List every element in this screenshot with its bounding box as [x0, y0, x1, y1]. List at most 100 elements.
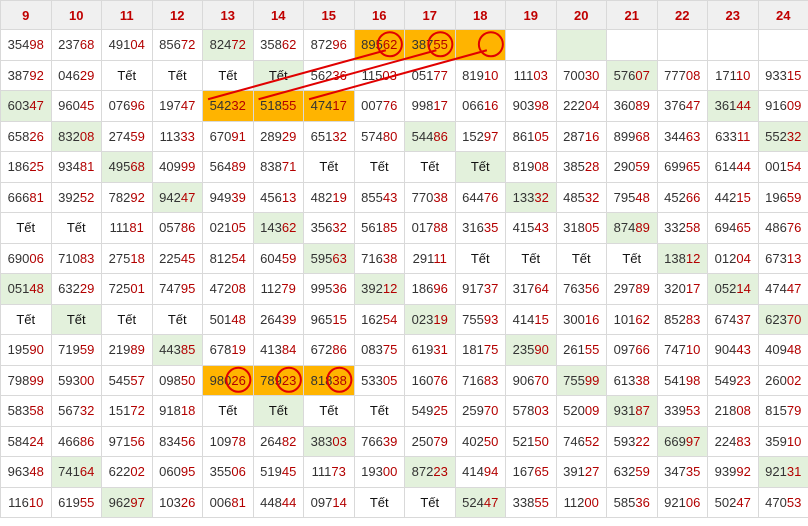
- result-cell: 58358: [0, 395, 52, 427]
- result-cell: 90670: [505, 364, 557, 396]
- result-cell: 33953: [656, 395, 708, 427]
- result-cell: Tết: [303, 151, 355, 183]
- result-cell: 27518: [101, 242, 153, 274]
- result-cell: 18175: [454, 334, 506, 366]
- lottery-results-grid: 9 10 11 12 13 14 15 16 17 18 19 20 21 22 23 24 35498 237…: [0, 0, 808, 526]
- result-cell: 34735: [656, 456, 708, 488]
- result-cell: 70030: [555, 59, 607, 91]
- result-cell: 91609: [757, 90, 808, 122]
- result-cell: 11103: [505, 59, 557, 91]
- result-cell: 31635: [454, 212, 506, 244]
- result-cell: 89968: [606, 120, 658, 152]
- result-cell: 74652: [555, 425, 607, 457]
- result-cell: 30016: [555, 303, 607, 335]
- result-cell: 05148: [0, 273, 52, 305]
- result-cell: 26155: [555, 334, 607, 366]
- column-header: 21: [606, 0, 658, 30]
- result-cell: 54923: [707, 364, 759, 396]
- result-cell: 54557: [101, 364, 153, 396]
- column-header: 13: [202, 0, 254, 30]
- result-cell: 72501: [101, 273, 153, 305]
- result-cell: 89562: [353, 29, 405, 61]
- result-cell: 38528: [555, 151, 607, 183]
- result-cell: 90398: [505, 90, 557, 122]
- result-cell: 08375: [353, 334, 405, 366]
- result-cell: 05177: [404, 59, 456, 91]
- result-cell: Tết: [353, 486, 405, 518]
- result-cell: 67313: [757, 242, 808, 274]
- result-cell: 16076: [404, 364, 456, 396]
- result-cell: 19747: [151, 90, 203, 122]
- result-cell: 74164: [50, 456, 102, 488]
- result-cell: 61338: [606, 364, 658, 396]
- result-cell: 59563: [303, 242, 355, 274]
- result-cell: Tết: [505, 242, 557, 274]
- result-cell: 38792: [0, 59, 52, 91]
- result-cell: 51945: [252, 456, 304, 488]
- table-row: 35498 23768 49104 85672 82472 35862 87296 89562…: [0, 29, 808, 61]
- result-cell: 78292: [101, 181, 153, 213]
- result-cell: 35862: [252, 29, 304, 61]
- result-cell: 96515: [303, 303, 355, 335]
- result-cell: 05786: [151, 212, 203, 244]
- result-cell: 74795: [151, 273, 203, 305]
- result-cell: 16765: [505, 456, 557, 488]
- result-cell: 49568: [101, 151, 153, 183]
- result-cell: 56732: [50, 395, 102, 427]
- result-cell: 48219: [303, 181, 355, 213]
- result-cell: 41543: [505, 212, 557, 244]
- result-cell: 37647: [656, 90, 708, 122]
- result-cell: 58424: [0, 425, 52, 457]
- result-cell: Tết: [353, 151, 405, 183]
- table-row: 79899 59300 54557 09850 98026 78923 81838 53305…: [0, 364, 808, 396]
- result-cell: 65132: [303, 120, 355, 152]
- result-cell: 54198: [656, 364, 708, 396]
- result-cell: 94939: [202, 181, 254, 213]
- result-cell: 94247: [151, 181, 203, 213]
- result-cell: 59300: [50, 364, 102, 396]
- result-cell: 11181: [101, 212, 153, 244]
- table-row: 05148 63229 72501 74795 47208 11279 99536 39212…: [0, 273, 808, 305]
- table-row: Tết Tết Tết Tết 50148 26439 96515 16254 02319 755…: [0, 303, 808, 335]
- result-cell: 14362: [252, 212, 304, 244]
- result-cell: 23768: [50, 29, 102, 61]
- result-cell: 13332: [505, 181, 557, 213]
- result-cell: 44844: [252, 486, 304, 518]
- result-cell: [555, 29, 607, 61]
- result-cell: 26439: [252, 303, 304, 335]
- result-cell: 10978: [202, 425, 254, 457]
- result-cell: [505, 29, 557, 61]
- result-cell: 75599: [555, 364, 607, 396]
- result-cell: 51855: [252, 90, 304, 122]
- result-cell: Tết: [303, 395, 355, 427]
- result-cell: 81910: [454, 59, 506, 91]
- result-cell: 96045: [50, 90, 102, 122]
- result-cell: 18625: [0, 151, 52, 183]
- result-cell: 85543: [353, 181, 405, 213]
- result-cell: 93992: [707, 456, 759, 488]
- table-row: 96348 74164 62202 06095 35506 51945 11173 19300…: [0, 456, 808, 488]
- result-cell: 83456: [151, 425, 203, 457]
- result-cell: 36144: [707, 90, 759, 122]
- result-cell: 49104: [101, 29, 153, 61]
- column-header: 9: [0, 0, 52, 30]
- result-cell: 99817: [404, 90, 456, 122]
- result-cell: 25970: [454, 395, 506, 427]
- result-cell: 34463: [656, 120, 708, 152]
- result-cell: 67437: [707, 303, 759, 335]
- table-row: Tết Tết 11181 05786 02105 14362 35632 56185 0178…: [0, 212, 808, 244]
- result-cell: 61931: [404, 334, 456, 366]
- result-cell: Tết: [50, 303, 102, 335]
- result-cell: 76639: [353, 425, 405, 457]
- result-cell: Tết: [151, 59, 203, 91]
- result-cell: 16254: [353, 303, 405, 335]
- result-cell: Tết: [555, 242, 607, 274]
- result-cell: 74710: [656, 334, 708, 366]
- result-cell: 62370: [757, 303, 808, 335]
- result-cell: 86105: [505, 120, 557, 152]
- result-cell: 44215: [707, 181, 759, 213]
- result-cell: 67091: [202, 120, 254, 152]
- result-cell: 10326: [151, 486, 203, 518]
- result-cell: 22204: [555, 90, 607, 122]
- result-cell: 45266: [656, 181, 708, 213]
